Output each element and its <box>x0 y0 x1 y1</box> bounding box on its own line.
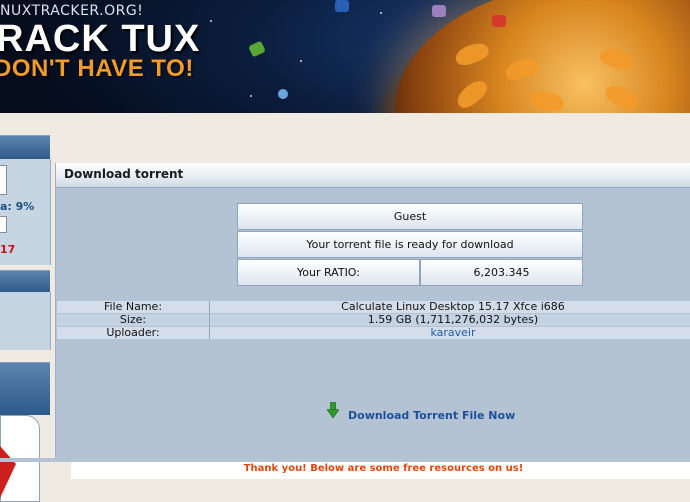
star-decoration <box>300 60 302 62</box>
star-decoration <box>380 12 382 14</box>
download-arrow-icon[interactable] <box>327 402 339 419</box>
floating-logo-decoration <box>335 0 349 12</box>
file-size-value: 1.59 GB (1,711,276,032 bytes) <box>367 313 539 326</box>
star-decoration <box>210 20 212 22</box>
ratio-label-cell: Your RATIO: <box>237 259 420 286</box>
floating-logo-decoration <box>492 15 506 27</box>
file-name-row: File Name: Calculate Linux Desktop 15.17… <box>57 301 690 313</box>
floating-logo-decoration <box>248 40 266 58</box>
ratio-value-cell: 6,203.345 <box>420 259 583 286</box>
uploader-row: Uploader: karaveir <box>57 327 690 339</box>
download-torrent-link[interactable]: Download Torrent File Now <box>348 409 515 422</box>
user-status-cell: Guest <box>237 203 583 230</box>
panel-bottom-edge <box>0 458 690 462</box>
file-name-value: Calculate Linux Desktop 15.17 Xfce i686 <box>341 300 565 313</box>
uploader-label: Uploader: <box>106 326 160 339</box>
sidebar-ratio-label: a: 9% <box>0 200 35 213</box>
floating-logo-decoration <box>278 89 288 99</box>
sidebar-number-value: 17 <box>0 243 16 256</box>
file-name-label: File Name: <box>103 300 163 313</box>
uploader-link[interactable]: karaveir <box>211 327 690 339</box>
panel-body: Guest Your torrent file is ready for dow… <box>56 188 690 479</box>
floating-logo-decoration <box>432 5 446 17</box>
panel-header: Download torrent <box>56 163 690 188</box>
panel-title: Download torrent <box>64 167 184 181</box>
sidebar-input-box[interactable] <box>0 216 7 233</box>
file-size-row: Size: 1.59 GB (1,711,276,032 bytes) <box>57 314 690 326</box>
column-divider <box>209 314 210 326</box>
download-torrent-panel: Download torrent Guest Your torrent file… <box>55 163 690 479</box>
site-header-banner: NUXTRACKER.ORG! RACK TUX DON'T HAVE TO! <box>0 0 690 113</box>
sidebar-block-header <box>0 362 50 415</box>
site-url-text: NUXTRACKER.ORG! <box>0 3 144 19</box>
ready-message-cell: Your torrent file is ready for download <box>237 231 583 258</box>
sidebar-block-header <box>0 135 50 160</box>
column-divider <box>209 301 210 313</box>
slogan-line-2: DON'T HAVE TO! <box>0 55 194 82</box>
file-size-label: Size: <box>119 313 147 326</box>
star-decoration <box>250 95 252 97</box>
sidebar-logo-icon <box>0 446 16 498</box>
uploader-link-text[interactable]: karaveir <box>430 326 475 339</box>
column-divider <box>209 327 210 339</box>
sidebar-block-header <box>0 270 50 293</box>
sidebar-block <box>0 292 51 350</box>
sidebar-input-box[interactable] <box>0 165 7 195</box>
